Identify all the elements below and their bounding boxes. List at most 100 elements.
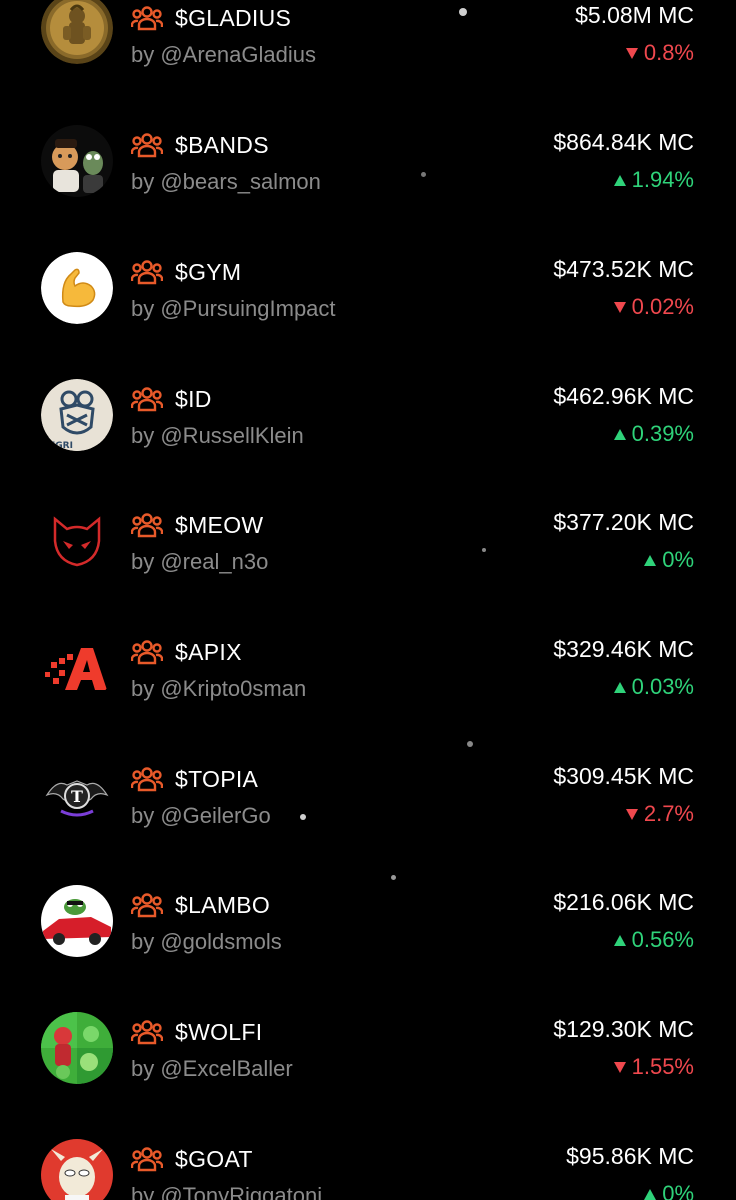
price-change-value: 0% bbox=[662, 547, 694, 572]
token-title: $BANDS bbox=[131, 129, 269, 161]
up-arrow-icon bbox=[613, 934, 626, 946]
token-row-bands[interactable]: $BANDS by @bears_salmon $864.84K MC 1.94… bbox=[0, 119, 736, 245]
market-cap: $129.30K MC bbox=[553, 1016, 694, 1042]
token-title: $ID bbox=[131, 383, 212, 415]
market-cap: $462.96K MC bbox=[553, 383, 694, 409]
flexed-biceps-icon bbox=[41, 252, 113, 324]
market-cap: $95.86K MC bbox=[566, 1143, 694, 1169]
price-change: 1.55% bbox=[613, 1054, 694, 1080]
token-ticker: $APIX bbox=[175, 638, 242, 665]
creator-handle[interactable]: by @goldsmols bbox=[131, 929, 282, 955]
token-title: $GOAT bbox=[131, 1143, 253, 1175]
creator-handle[interactable]: by @TonyRiggatoni bbox=[131, 1183, 322, 1200]
market-cap: $377.20K MC bbox=[553, 509, 694, 535]
market-cap: $473.52K MC bbox=[553, 256, 694, 282]
price-change-value: 0.02% bbox=[631, 294, 694, 319]
price-change-value: 0.56% bbox=[631, 927, 694, 952]
token-ticker: $WOLFI bbox=[175, 1018, 263, 1045]
price-change: 0.8% bbox=[625, 40, 694, 66]
token-ticker: $GYM bbox=[175, 258, 242, 285]
market-cap: $309.45K MC bbox=[553, 763, 694, 789]
price-change: 0.39% bbox=[613, 421, 694, 447]
token-title: $GYM bbox=[131, 256, 241, 288]
market-cap: $329.46K MC bbox=[553, 636, 694, 662]
token-ticker: $LAMBO bbox=[175, 891, 271, 918]
up-arrow-icon bbox=[613, 681, 626, 693]
token-title: $GLADIUS bbox=[131, 2, 291, 34]
token-row-lambo[interactable]: $LAMBO by @goldsmols $216.06K MC 0.56% bbox=[0, 879, 736, 1005]
price-change-value: 0% bbox=[662, 1181, 694, 1200]
community-icon bbox=[131, 387, 163, 412]
creator-handle[interactable]: by @GeilerGo bbox=[131, 803, 271, 829]
token-ticker: $BANDS bbox=[175, 131, 269, 158]
community-icon bbox=[131, 767, 163, 792]
price-change: 0% bbox=[644, 1181, 694, 1200]
token-row-gladius[interactable]: $GLADIUS by @ArenaGladius $5.08M MC 0.8% bbox=[0, 0, 736, 118]
creator-handle[interactable]: by @PursuingImpact bbox=[131, 296, 336, 322]
token-ticker: $GOAT bbox=[175, 1145, 253, 1172]
token-ticker: $GLADIUS bbox=[175, 4, 292, 31]
price-change-value: 1.55% bbox=[631, 1054, 694, 1079]
creator-handle[interactable]: by @real_n3o bbox=[131, 549, 268, 575]
price-change: 1.94% bbox=[613, 167, 694, 193]
token-title: $LAMBO bbox=[131, 889, 270, 921]
down-arrow-icon bbox=[625, 47, 638, 59]
creator-handle[interactable]: by @ExcelBaller bbox=[131, 1056, 293, 1082]
red-cat-mask-icon bbox=[41, 505, 113, 577]
gladiator-coin-icon bbox=[41, 0, 113, 64]
community-icon bbox=[131, 640, 163, 665]
token-row-wolfi[interactable]: $WOLFI by @ExcelBaller $129.30K MC 1.55% bbox=[0, 1006, 736, 1132]
price-change-value: 1.94% bbox=[631, 167, 694, 192]
bear-and-frog-icon bbox=[41, 125, 113, 197]
up-arrow-icon bbox=[644, 554, 657, 566]
up-arrow-icon bbox=[613, 174, 626, 186]
bat-wing-t-icon: T bbox=[41, 759, 113, 831]
price-change: 0% bbox=[644, 547, 694, 573]
community-icon bbox=[131, 260, 163, 285]
creator-handle[interactable]: by @Kripto0sman bbox=[131, 676, 306, 702]
up-arrow-icon bbox=[644, 1188, 657, 1200]
owl-shield-icon: TEGRI bbox=[41, 379, 113, 451]
token-row-meow[interactable]: $MEOW by @real_n3o $377.20K MC 0% bbox=[0, 499, 736, 625]
price-change-value: 0.03% bbox=[631, 674, 694, 699]
svg-text:TEGRI: TEGRI bbox=[43, 441, 73, 451]
creator-handle[interactable]: by @bears_salmon bbox=[131, 169, 321, 195]
price-change: 2.7% bbox=[625, 801, 694, 827]
pixel-a-icon bbox=[41, 632, 113, 704]
down-arrow-icon bbox=[613, 301, 626, 313]
community-icon bbox=[131, 133, 163, 158]
token-row-apix[interactable]: $APIX by @Kripto0sman $329.46K MC 0.03% bbox=[0, 626, 736, 752]
market-cap: $216.06K MC bbox=[553, 889, 694, 915]
market-cap: $5.08M MC bbox=[575, 2, 694, 28]
community-icon bbox=[131, 1147, 163, 1172]
price-change-value: 0.39% bbox=[631, 421, 694, 446]
token-ticker: $ID bbox=[175, 385, 212, 412]
price-change: 0.02% bbox=[613, 294, 694, 320]
token-ticker: $TOPIA bbox=[175, 765, 259, 792]
down-arrow-icon bbox=[613, 1061, 626, 1073]
token-ticker: $MEOW bbox=[175, 511, 264, 538]
token-row-topia[interactable]: T $TOPIA by @GeilerGo $309.45K MC 2.7% bbox=[0, 753, 736, 879]
token-row-gym[interactable]: $GYM by @PursuingImpact $473.52K MC 0.02… bbox=[0, 246, 736, 372]
token-title: $WOLFI bbox=[131, 1016, 262, 1048]
token-row-goat[interactable]: $GOAT by @TonyRiggatoni $95.86K MC 0% bbox=[0, 1133, 736, 1200]
svg-text:T: T bbox=[71, 787, 83, 806]
creator-handle[interactable]: by @ArenaGladius bbox=[131, 42, 316, 68]
community-icon bbox=[131, 1020, 163, 1045]
token-title: $TOPIA bbox=[131, 763, 258, 795]
price-change: 0.03% bbox=[613, 674, 694, 700]
community-icon bbox=[131, 893, 163, 918]
community-icon bbox=[131, 513, 163, 538]
up-arrow-icon bbox=[613, 428, 626, 440]
token-title: $APIX bbox=[131, 636, 242, 668]
price-change: 0.56% bbox=[613, 927, 694, 953]
down-arrow-icon bbox=[625, 808, 638, 820]
market-cap: $864.84K MC bbox=[553, 129, 694, 155]
creator-handle[interactable]: by @RussellKlein bbox=[131, 423, 304, 449]
green-collage-icon bbox=[41, 1012, 113, 1084]
price-change-value: 2.7% bbox=[643, 801, 694, 826]
frog-sports-car-icon bbox=[41, 885, 113, 957]
cartoon-goat-icon bbox=[41, 1139, 113, 1200]
token-row-id[interactable]: TEGRI $ID by @RussellKlein $462.96K MC 0… bbox=[0, 373, 736, 499]
token-list: $GLADIUS by @ArenaGladius $5.08M MC 0.8% bbox=[0, 0, 736, 1200]
